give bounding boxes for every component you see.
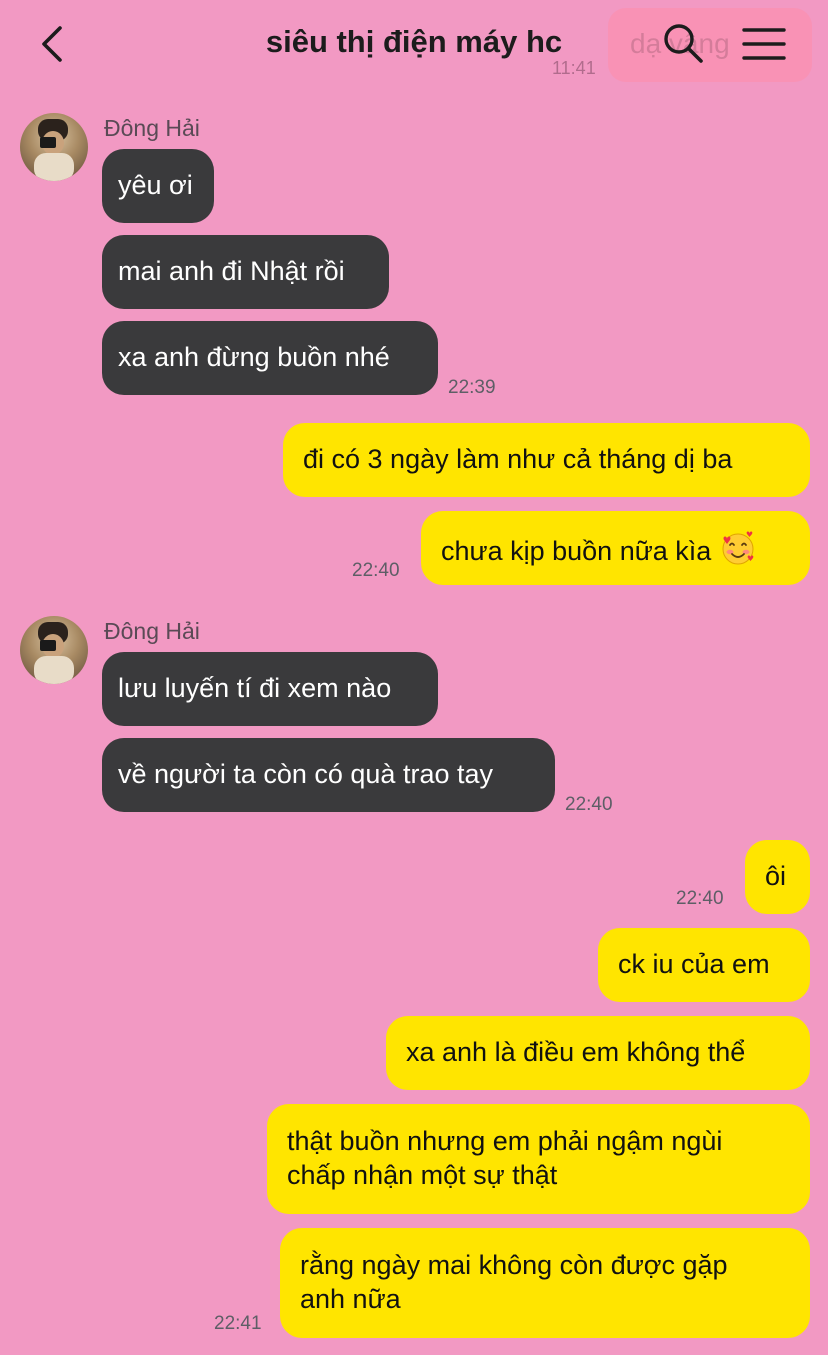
chat-header: dạ vâng 11:41 siêu thị điện máy hc: [0, 0, 828, 90]
message-timestamp: 22:40: [676, 888, 724, 909]
message-timestamp: 22:40: [352, 560, 400, 581]
message-bubble-outgoing[interactable]: chưa kịp buồn nữa kìa: [421, 511, 810, 585]
preview-time: 11:41: [552, 58, 596, 78]
message-bubble-outgoing[interactable]: đi có 3 ngày làm như cả tháng dị ba: [283, 423, 810, 497]
search-button[interactable]: [662, 22, 704, 64]
message-text: lưu luyến tí đi xem nào: [118, 673, 392, 703]
message-text: ck iu của em: [618, 949, 770, 979]
message-bubble-incoming[interactable]: lưu luyến tí đi xem nào: [102, 652, 438, 726]
message-text: yêu ơi: [118, 170, 193, 200]
message-text: ôi: [765, 861, 787, 891]
message-text-line: anh nữa: [300, 1284, 401, 1314]
message-text: xa anh đừng buồn nhé: [118, 342, 390, 372]
message-bubble-incoming[interactable]: xa anh đừng buồn nhé: [102, 321, 438, 395]
chat-title: siêu thị điện máy hc: [265, 24, 563, 59]
smiling-face-with-hearts-icon: [719, 530, 757, 574]
avatar[interactable]: [20, 113, 88, 181]
search-icon: [664, 24, 703, 63]
avatar-photo: [34, 622, 74, 684]
message-text: về người ta còn có quà trao tay: [118, 759, 493, 789]
back-button[interactable]: [36, 24, 72, 64]
message-bubble-incoming[interactable]: về người ta còn có quà trao tay: [102, 738, 555, 812]
message-timestamp: 22:39: [448, 377, 496, 398]
message-text: chưa kịp buồn nữa kìa: [441, 536, 712, 566]
message-bubble-incoming[interactable]: yêu ơi: [102, 149, 214, 223]
message-timestamp: 22:41: [214, 1313, 262, 1334]
message-timestamp: 22:40: [565, 794, 613, 815]
message-bubble-outgoing[interactable]: rằng ngày mai không còn được gặp anh nữa: [280, 1228, 810, 1338]
hamburger-menu-icon: [742, 28, 786, 60]
message-text: xa anh là điều em không thể: [406, 1037, 746, 1067]
message-bubble-incoming[interactable]: mai anh đi Nhật rồi: [102, 235, 389, 309]
message-bubble-outgoing[interactable]: ôi: [745, 840, 810, 914]
message-text: đi có 3 ngày làm như cả tháng dị ba: [303, 444, 733, 474]
avatar[interactable]: [20, 616, 88, 684]
sender-name: Đông Hải: [104, 115, 200, 141]
message-text: mai anh đi Nhật rồi: [118, 256, 345, 286]
message-text-line: rằng ngày mai không còn được gặp: [300, 1250, 728, 1280]
menu-button[interactable]: [742, 24, 786, 64]
chevron-left-icon: [42, 26, 62, 62]
message-bubble-outgoing[interactable]: thật buồn nhưng em phải ngậm ngùi chấp n…: [267, 1104, 810, 1214]
avatar-photo: [34, 119, 74, 181]
message-bubble-outgoing[interactable]: ck iu của em: [598, 928, 810, 1002]
message-text-line: chấp nhận một sự thật: [287, 1160, 558, 1190]
sender-name: Đông Hải: [104, 618, 200, 644]
message-bubble-outgoing[interactable]: xa anh là điều em không thể: [386, 1016, 810, 1090]
message-text-line: thật buồn nhưng em phải ngậm ngùi: [287, 1126, 723, 1156]
